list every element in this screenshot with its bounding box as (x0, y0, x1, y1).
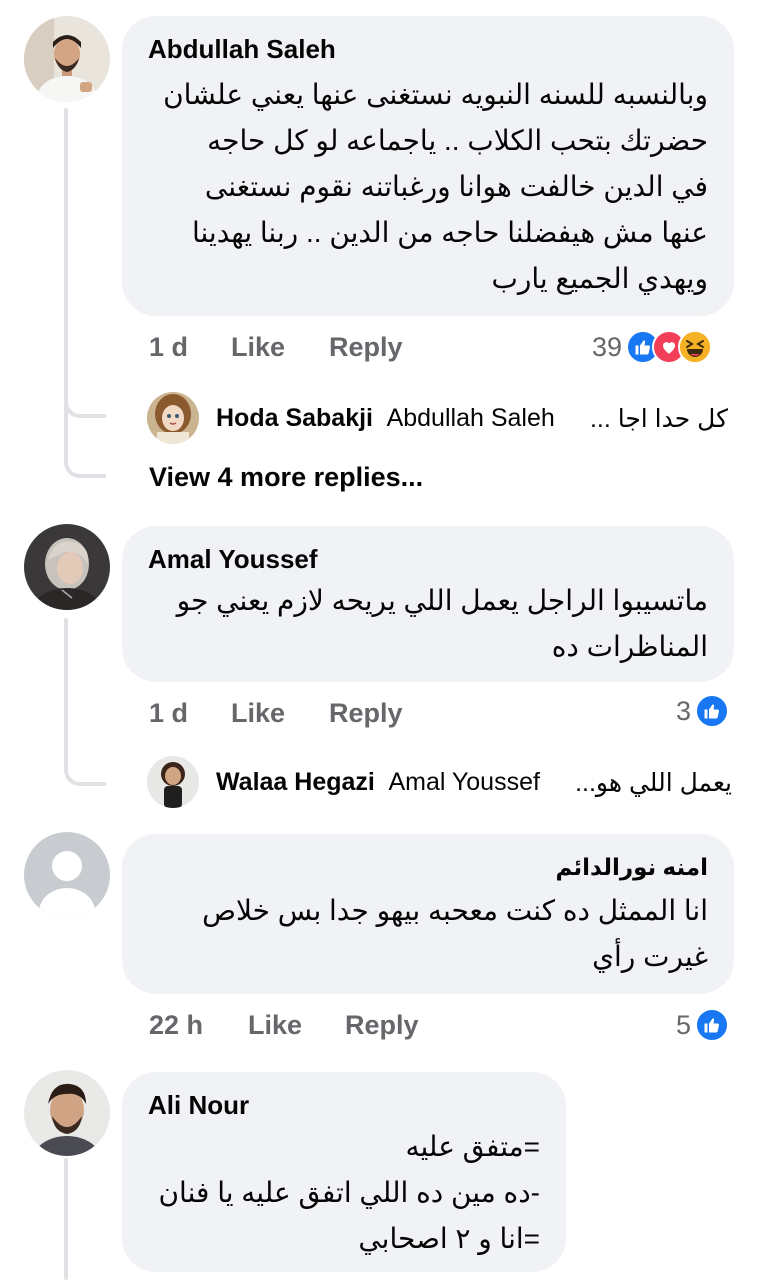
comment-bubble: Amal Youssef ماتسيبوا الراجل يعمل اللي ي… (122, 526, 734, 682)
comment-actions: 1 d Like Reply (0, 698, 600, 738)
comment-bubble: Ali Nour =متفق عليه -ده مين ده اللي اتفق… (122, 1072, 566, 1272)
avatar-walaa-hegazi[interactable] (147, 756, 199, 808)
comment-text-line: ويهدي الجميع يارب (491, 263, 708, 294)
thread-elbow (64, 408, 106, 478)
comment-text-line: عنها مش هيفضلنا حاجه من الدين .. ربنا يه… (191, 217, 708, 248)
like-button[interactable]: Like (248, 1010, 302, 1041)
reply-button[interactable]: Reply (329, 332, 403, 363)
comment-text: انا الممثل ده كنت معحبه بيهو جدا بس خلاص… (202, 888, 708, 980)
reply-author[interactable]: Walaa Hegazi (216, 768, 375, 796)
thread-elbow (64, 752, 106, 786)
reply-text: كل حدا اجا ... (589, 405, 728, 433)
comment-bubble: Abdullah Saleh وبالنسبه للسنه النبويه نس… (122, 16, 734, 316)
reaction-summary[interactable]: 3 (676, 694, 730, 728)
reaction-count: 5 (676, 1009, 692, 1040)
reply-button[interactable]: Reply (345, 1010, 419, 1041)
comment-text-line: غيرت رأي (592, 941, 708, 972)
like-button[interactable]: Like (231, 332, 285, 363)
comment-timestamp[interactable]: 1 d (149, 332, 188, 363)
thread-line (64, 1158, 68, 1280)
reply-mention[interactable]: Amal Youssef (388, 768, 540, 796)
comment-text: وبالنسبه للسنه النبويه نستغنى عنها يعني … (163, 72, 708, 302)
comment-timestamp[interactable]: 1 d (149, 698, 188, 729)
comment-text-line: =متفق عليه (405, 1131, 540, 1162)
comment-text-line: المناظرات ده (551, 631, 708, 662)
reaction-summary[interactable]: 5 (676, 1008, 730, 1042)
avatar-abdullah-saleh[interactable] (24, 16, 110, 102)
comment-author[interactable]: Abdullah Saleh (148, 34, 336, 65)
haha-icon (678, 330, 713, 364)
thread-line (64, 618, 68, 768)
comment-text: =متفق عليه -ده مين ده اللي اتفق عليه يا … (158, 1124, 540, 1262)
like-button[interactable]: Like (231, 698, 285, 729)
like-icon (695, 1008, 730, 1042)
comment-author[interactable]: Ali Nour (148, 1090, 249, 1121)
comment-actions: 1 d Like Reply (0, 332, 600, 372)
comment-text-line: في الدين خالفت هوانا ورغباتنه نقوم نستغن… (204, 171, 708, 202)
comment-timestamp[interactable]: 22 h (149, 1010, 203, 1041)
comment-author[interactable]: Amal Youssef (148, 544, 318, 575)
comment-text-line: =انا و ٢ اصحابي (358, 1223, 540, 1254)
avatar-hoda-sabakji[interactable] (147, 392, 199, 444)
comment-text-line: وبالنسبه للسنه النبويه نستغنى عنها يعني … (163, 79, 708, 110)
like-icon (695, 694, 730, 728)
reaction-summary[interactable]: 39 (592, 330, 713, 364)
reaction-count: 39 (592, 331, 623, 362)
view-more-replies-link[interactable]: View 4 more replies... (149, 462, 423, 493)
comment-text-line: انا الممثل ده كنت معحبه بيهو جدا بس خلاص (202, 895, 708, 926)
comment-bubble: امنه نورالدائم انا الممثل ده كنت معحبه ب… (122, 834, 734, 994)
reply-mention[interactable]: Abdullah Saleh (387, 404, 555, 432)
comment-actions: 22 h Like Reply (0, 1010, 600, 1050)
comment-author[interactable]: امنه نورالدائم (555, 854, 708, 881)
comment-text-line: ماتسيبوا الراجل يعمل اللي يريحه لازم يعن… (176, 585, 708, 616)
comment-text-line: -ده مين ده اللي اتفق عليه يا فنان (158, 1177, 540, 1208)
reply-author[interactable]: Hoda Sabakji (216, 404, 373, 432)
reaction-count: 3 (676, 695, 692, 726)
avatar-ali-nour[interactable] (24, 1070, 110, 1156)
avatar-default-profile[interactable] (24, 832, 110, 918)
reply-preview[interactable]: Hoda Sabakji Abdullah Saleh كل حدا اجا .… (216, 404, 736, 438)
reply-button[interactable]: Reply (329, 698, 403, 729)
comment-text: ماتسيبوا الراجل يعمل اللي يريحه لازم يعن… (177, 578, 708, 670)
comment-text-line: حضرتك بتحب الكلاب .. ياجماعه لو كل حاجه (207, 125, 708, 156)
reply-text: يعمل اللي هو... (575, 769, 732, 797)
avatar-amal-youssef[interactable] (24, 524, 110, 610)
reply-preview[interactable]: Walaa Hegazi Amal Youssef يعمل اللي هو..… (216, 768, 736, 802)
